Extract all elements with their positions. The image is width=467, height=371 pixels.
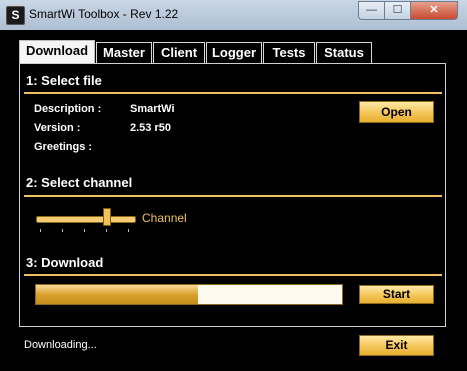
maximize-button[interactable]: ☐ — [384, 1, 411, 20]
version-label: Version : — [34, 122, 81, 134]
select-channel-title: 2: Select channel — [26, 175, 133, 190]
channel-slider-track[interactable] — [36, 216, 136, 223]
close-button[interactable]: ✕ — [410, 1, 458, 20]
slider-tick — [84, 229, 85, 232]
minimize-button[interactable]: — — [358, 1, 385, 20]
tab-tests[interactable]: Tests — [263, 42, 315, 63]
download-progress-bar — [35, 284, 343, 305]
slider-tick — [106, 229, 107, 232]
title-bar[interactable]: S SmartWi Toolbox - Rev 1.22 — ☐ ✕ — [0, 0, 467, 30]
download-panel: 1: Select file Description : SmartWi Ver… — [19, 63, 446, 327]
description-label: Description : — [34, 103, 102, 115]
slider-tick — [40, 229, 41, 232]
window-title: SmartWi Toolbox - Rev 1.22 — [29, 7, 179, 21]
section-divider — [24, 92, 442, 94]
section-divider — [24, 195, 442, 197]
slider-tick — [62, 229, 63, 232]
version-value: 2.53 r50 — [130, 122, 171, 134]
status-text: Downloading... — [24, 339, 97, 351]
progress-fill — [36, 285, 199, 304]
select-file-title: 1: Select file — [26, 73, 102, 88]
app-icon: S — [6, 6, 25, 25]
tab-logger[interactable]: Logger — [206, 42, 262, 63]
tab-master[interactable]: Master — [96, 42, 152, 63]
channel-slider-thumb[interactable] — [102, 208, 111, 226]
section-divider — [24, 274, 442, 276]
slider-tick — [128, 229, 129, 232]
tab-download[interactable]: Download — [19, 40, 95, 64]
channel-label: Channel — [142, 211, 187, 225]
exit-button[interactable]: Exit — [359, 335, 434, 356]
start-button[interactable]: Start — [359, 285, 434, 304]
download-title: 3: Download — [26, 255, 104, 270]
description-value: SmartWi — [130, 103, 175, 115]
tab-client[interactable]: Client — [153, 42, 205, 63]
greetings-label: Greetings : — [34, 141, 93, 153]
app-window: S SmartWi Toolbox - Rev 1.22 — ☐ ✕ Downl… — [0, 0, 467, 371]
tab-status[interactable]: Status — [316, 42, 372, 63]
open-button[interactable]: Open — [359, 101, 434, 123]
